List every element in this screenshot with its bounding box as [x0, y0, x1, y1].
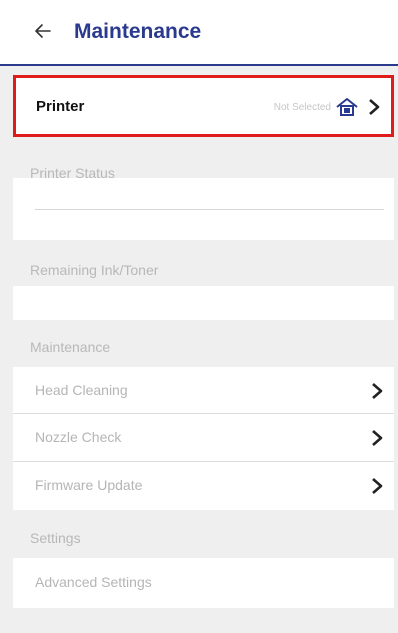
- firmware-update-row[interactable]: Firmware Update: [13, 462, 394, 510]
- chevron-right-icon: [370, 477, 384, 495]
- nozzle-check-row[interactable]: Nozzle Check: [13, 414, 394, 462]
- firmware-update-label: Firmware Update: [35, 477, 143, 493]
- head-cleaning-label: Head Cleaning: [35, 382, 128, 398]
- chevron-right-icon: [367, 98, 381, 116]
- chevron-right-icon: [370, 429, 384, 447]
- printer-value: Not Selected: [273, 102, 331, 113]
- printer-selector-row[interactable]: Printer Not Selected: [13, 75, 394, 137]
- nozzle-check-label: Nozzle Check: [35, 429, 122, 445]
- advanced-settings-label: Advanced Settings: [35, 574, 152, 590]
- chevron-right-icon: [370, 382, 384, 400]
- settings-header: Settings: [30, 530, 81, 546]
- head-cleaning-row[interactable]: Head Cleaning: [13, 367, 394, 415]
- printer-label: Printer: [36, 98, 85, 115]
- remaining-ink-panel: [13, 286, 394, 320]
- top-bar: Maintenance: [0, 0, 398, 66]
- printer-status-panel: [13, 178, 394, 240]
- maintenance-header: Maintenance: [30, 339, 111, 355]
- advanced-settings-row[interactable]: Advanced Settings: [13, 558, 394, 608]
- back-arrow-icon[interactable]: [34, 20, 54, 42]
- page-title: Maintenance: [74, 20, 202, 43]
- status-divider: [35, 209, 384, 210]
- home-printer-icon: [335, 96, 359, 118]
- remaining-ink-header: Remaining Ink/Toner: [30, 262, 159, 278]
